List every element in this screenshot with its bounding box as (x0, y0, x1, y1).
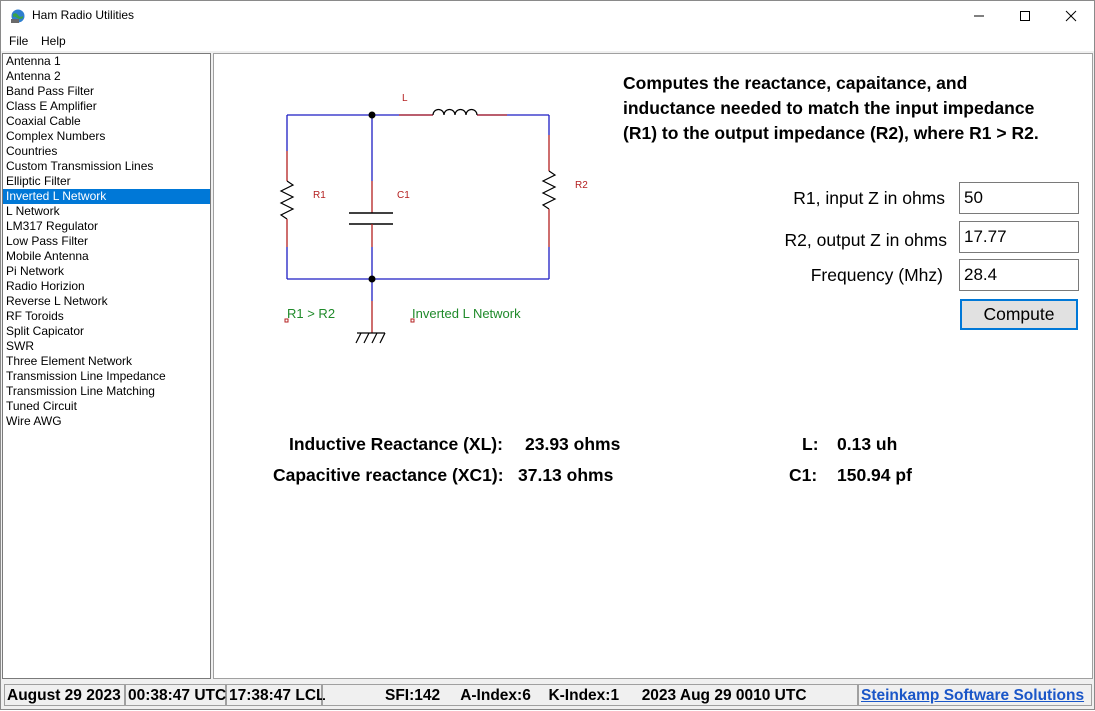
r1-input[interactable] (959, 182, 1079, 214)
status-utc-time: 00:38:47 UTC (125, 684, 226, 706)
description-text: Computes the reactance, capaitance, and … (623, 73, 1039, 143)
status-link-cell: Steinkamp Software Solutions (858, 684, 1092, 706)
r2-label: R2, output Z in ohms (784, 230, 947, 250)
resistor-r2-symbol (541, 170, 557, 210)
frequency-label: Frequency (Mhz) (810, 265, 943, 285)
status-a-index: A-Index:6 (460, 687, 531, 704)
resistor-r1-symbol (279, 180, 295, 220)
ground-icon (355, 332, 386, 344)
status-local-time: 17:38:47 LCL (226, 684, 325, 706)
status-solar-time: 2023 Aug 29 0010 UTC (641, 687, 807, 704)
status-solar-data: SFI:142 A-Index:6 K-Index:1 2023 Aug 29 … (322, 684, 858, 706)
schematic-label-r1: R1 (313, 190, 326, 201)
xl-label: Inductive Reactance (XL): (289, 434, 503, 454)
schematic-label-c1: C1 (397, 190, 410, 201)
r1-label: R1, input Z in ohms (793, 188, 945, 208)
schematic-label-r2: R2 (575, 180, 588, 191)
status-bar: August 29 2023 00:38:47 UTC 17:38:47 LCL… (1, 681, 1094, 709)
l-label: L: (802, 434, 819, 454)
steinkamp-link[interactable]: Steinkamp Software Solutions (861, 687, 1084, 704)
schematic-label-l: L (402, 93, 408, 104)
status-sfi: SFI:142 (385, 687, 441, 704)
inductor-symbol (432, 108, 478, 116)
status-date: August 29 2023 (4, 684, 125, 706)
schematic-name: Inverted L Network (412, 306, 521, 321)
xc1-value: 37.13 ohms (518, 465, 614, 485)
xc1-label: Capacitive reactance (XC1): (273, 465, 504, 485)
c1-label: C1: (789, 465, 818, 485)
c1-value: 150.94 pf (837, 465, 912, 485)
xl-value: 23.93 ohms (525, 434, 621, 454)
app-window: Ham Radio Utilities File Help Antenna 1A… (0, 0, 1095, 710)
compute-button[interactable]: Compute (960, 299, 1078, 330)
schematic-condition: R1 > R2 (287, 306, 335, 321)
status-k-index: K-Index:1 (548, 687, 620, 704)
r2-input[interactable] (959, 221, 1079, 253)
l-value: 0.13 uh (837, 434, 898, 454)
frequency-input[interactable] (959, 259, 1079, 291)
